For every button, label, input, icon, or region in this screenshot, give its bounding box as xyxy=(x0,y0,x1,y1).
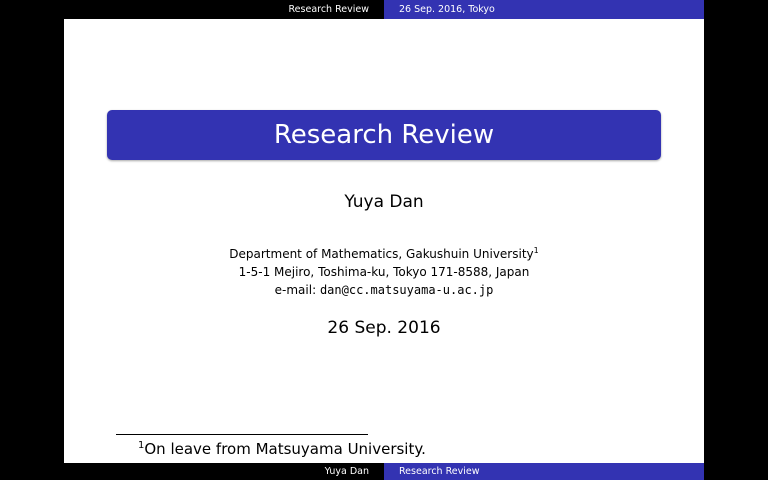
institute-block: Department of Mathematics, Gakushuin Uni… xyxy=(64,242,704,299)
email-label: e-mail: xyxy=(274,283,317,297)
slide[interactable]: Research Review 26 Sep. 2016, Tokyo Rese… xyxy=(64,0,704,480)
footnote-marker: 1 xyxy=(533,246,539,255)
header-bar: Research Review 26 Sep. 2016, Tokyo xyxy=(64,0,704,19)
author-name: Yuya Dan xyxy=(344,192,424,212)
department-text: Department of Mathematics, Gakushuin Uni… xyxy=(229,247,534,261)
presentation-date: 26 Sep. 2016 xyxy=(327,318,441,338)
footnote-text: On leave from Matsuyama University. xyxy=(144,440,426,458)
slide-title: Research Review xyxy=(273,120,495,150)
header-date-location: 26 Sep. 2016, Tokyo xyxy=(384,0,704,19)
institute-line-department: Department of Mathematics, Gakushuin Uni… xyxy=(64,242,704,263)
footer-bar: Yuya Dan Research Review xyxy=(64,463,704,480)
title-box: Research Review xyxy=(107,110,661,160)
footer-short-title: Research Review xyxy=(384,463,704,480)
institute-line-email: e-mail: dan@cc.matsuyama-u.ac.jp xyxy=(64,281,704,299)
footer-author: Yuya Dan xyxy=(64,463,384,480)
footnote-divider xyxy=(116,434,368,435)
header-short-title: Research Review xyxy=(64,0,384,19)
presentation-screen: Research Review 26 Sep. 2016, Tokyo Rese… xyxy=(0,0,768,480)
institute-line-address: 1-5-1 Mejiro, Toshima-ku, Tokyo 171-8588… xyxy=(238,265,530,279)
email-address: dan@cc.matsuyama-u.ac.jp xyxy=(319,283,494,297)
footnote: 1On leave from Matsuyama University. xyxy=(138,440,426,458)
